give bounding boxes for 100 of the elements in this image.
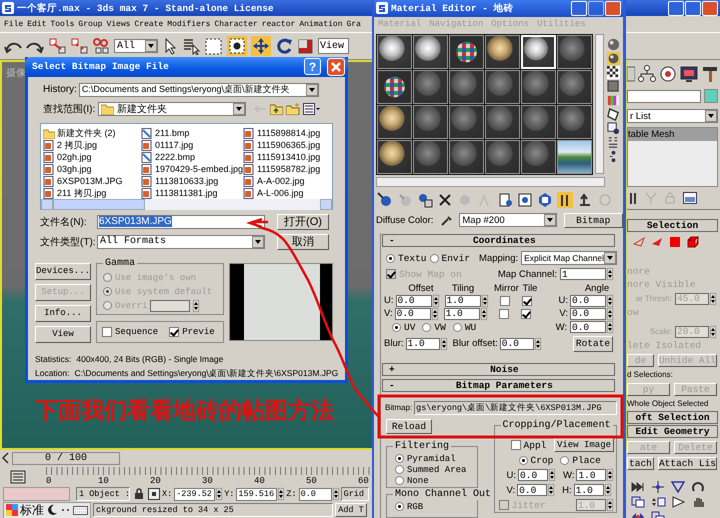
number-field[interactable]: 1.0 xyxy=(574,484,604,496)
get-material-icon[interactable] xyxy=(377,192,393,208)
view-image-button[interactable]: View Image xyxy=(554,438,614,452)
input-mode-label[interactable]: 标准 xyxy=(20,502,44,518)
coordinate-field[interactable]: -239.52 xyxy=(174,488,216,500)
list-entry[interactable]: 02gh.jpg xyxy=(43,151,141,164)
triangle-icon[interactable] xyxy=(651,236,663,248)
number-field[interactable]: 0.0 xyxy=(570,321,606,333)
modifier-list-dropdown[interactable]: r List xyxy=(627,109,718,123)
rotate-icon[interactable] xyxy=(275,37,293,55)
override-field[interactable] xyxy=(150,300,190,312)
spinner-icon[interactable] xyxy=(607,321,613,333)
number-field[interactable]: 0.0 xyxy=(517,484,548,496)
spinner-icon[interactable] xyxy=(278,488,284,500)
restore-button[interactable] xyxy=(685,0,701,16)
rollout-header[interactable]: Selection xyxy=(627,219,718,232)
maximize-button[interactable] xyxy=(588,0,604,16)
lock-icon[interactable] xyxy=(134,488,144,500)
checkbox[interactable] xyxy=(520,308,531,318)
number-field[interactable]: 1.0 xyxy=(576,469,606,481)
menu-item[interactable]: Modifiers xyxy=(165,20,212,28)
orbit-icon[interactable] xyxy=(691,480,705,492)
field-of-view-icon[interactable] xyxy=(671,480,685,492)
rollout-header[interactable]: - Bitmap Parameters xyxy=(382,379,615,392)
map-type-button[interactable]: Bitmap xyxy=(564,212,623,228)
number-field[interactable]: 1.0 xyxy=(406,338,440,350)
rollout-header[interactable]: + Noise xyxy=(382,363,615,376)
radio-button[interactable] xyxy=(452,322,462,332)
list-entry[interactable]: 01117.jpg xyxy=(141,139,243,152)
checkbox[interactable] xyxy=(498,308,509,318)
number-field[interactable]: 0.0 xyxy=(518,469,548,481)
new-folder-icon[interactable] xyxy=(286,103,300,116)
spinner-icon[interactable] xyxy=(534,338,541,350)
display-tab-icon[interactable] xyxy=(680,65,698,83)
motion-tab-icon[interactable] xyxy=(659,65,677,83)
look-in-dropdown[interactable]: 新建文件夹 xyxy=(98,102,246,116)
list-entry[interactable]: 2 拷贝.jpg xyxy=(43,139,141,152)
list-entry[interactable]: 1113811381.jpg xyxy=(141,187,243,200)
cube-icon[interactable] xyxy=(687,236,699,248)
menu-item[interactable]: Edit xyxy=(25,20,48,28)
checkbox[interactable] xyxy=(522,296,532,306)
list-entry[interactable]: 1113810633.jpg xyxy=(141,175,243,188)
spinner-icon[interactable] xyxy=(607,294,613,306)
time-slider-thumb[interactable]: 0 / 100 xyxy=(12,452,120,464)
number-field[interactable]: 1.0 xyxy=(444,308,480,320)
checker-icon[interactable] xyxy=(607,66,620,79)
scale-icon[interactable] xyxy=(297,37,314,55)
number-field[interactable]: 0.0 xyxy=(394,308,431,320)
end-frame-icon[interactable] xyxy=(631,480,645,492)
spinner-icon[interactable] xyxy=(548,484,554,496)
mapping-dropdown[interactable]: Explicit Map Channel xyxy=(521,251,617,265)
checkbox[interactable] xyxy=(102,326,112,337)
checkbox[interactable] xyxy=(169,326,180,337)
radio-button[interactable] xyxy=(422,322,432,332)
number-field[interactable]: 0.0 xyxy=(570,308,606,320)
material-sphere-slot[interactable] xyxy=(449,34,484,69)
hammer-icon[interactable] xyxy=(701,65,719,83)
command-button[interactable]: Attach Lis xyxy=(658,456,717,470)
pan-axis-icon[interactable] xyxy=(651,480,665,492)
menu-item[interactable]: Animation xyxy=(297,20,345,28)
command-button[interactable]: tach xyxy=(627,456,654,470)
backlight-sphere-icon[interactable] xyxy=(607,52,620,65)
spinner-icon[interactable] xyxy=(332,488,339,500)
coordinate-field[interactable]: 0.0 xyxy=(298,488,332,500)
bind-icon[interactable] xyxy=(92,37,110,55)
menu-item[interactable]: Gra xyxy=(344,20,363,28)
eyedropper-icon[interactable] xyxy=(440,214,452,226)
radio-button[interactable] xyxy=(395,465,404,474)
spinner-icon[interactable] xyxy=(604,484,611,496)
horizontal-scrollbar[interactable] xyxy=(376,176,605,187)
rollout-header[interactable]: - Coordinates xyxy=(382,234,615,247)
checkbox[interactable] xyxy=(500,296,510,306)
menu-item[interactable]: Views xyxy=(104,20,132,28)
input-method-logo-icon[interactable] xyxy=(6,504,18,516)
material-sphere-slot[interactable] xyxy=(377,70,412,104)
list-entry[interactable]: 1115958782.jpg xyxy=(243,163,331,176)
number-field[interactable]: 1.0 xyxy=(444,294,480,306)
modifier-stack[interactable]: table Mesh xyxy=(627,127,718,187)
list-entry[interactable]: 1115898814.jpg xyxy=(243,127,331,140)
material-effects-channel-icon[interactable] xyxy=(517,192,533,208)
number-field[interactable]: 0.0 xyxy=(396,294,432,306)
region-select-icon[interactable] xyxy=(204,36,223,56)
rollout-header[interactable]: Edit Geometry xyxy=(627,425,718,438)
add-time-tag-button[interactable]: Add T xyxy=(335,503,367,517)
minimize-button[interactable] xyxy=(571,0,587,16)
history-dropdown[interactable]: C:\Documents and Settings\eryong\桌面\新建文件夹 xyxy=(78,82,319,97)
transform-mode-icon[interactable] xyxy=(148,488,160,500)
list-entry[interactable]: 211 拷贝.jpg xyxy=(43,187,141,200)
list-entry[interactable]: 2222.bmp xyxy=(141,151,243,164)
spinner-icon[interactable] xyxy=(482,294,488,306)
minimize-button[interactable] xyxy=(668,0,684,16)
list-entry[interactable]: 1115913410.jpg xyxy=(243,151,331,164)
spinner-icon[interactable] xyxy=(480,308,487,320)
radio-button[interactable] xyxy=(392,322,401,332)
spinner-icon[interactable] xyxy=(193,300,200,312)
assign-to-selection-icon[interactable] xyxy=(417,192,433,208)
material-sphere-slot[interactable] xyxy=(377,140,412,174)
move-icon[interactable] xyxy=(251,36,271,56)
cancel-button[interactable]: 取消 xyxy=(277,234,329,250)
list-entry[interactable]: A-L-006.jpg xyxy=(243,187,331,200)
